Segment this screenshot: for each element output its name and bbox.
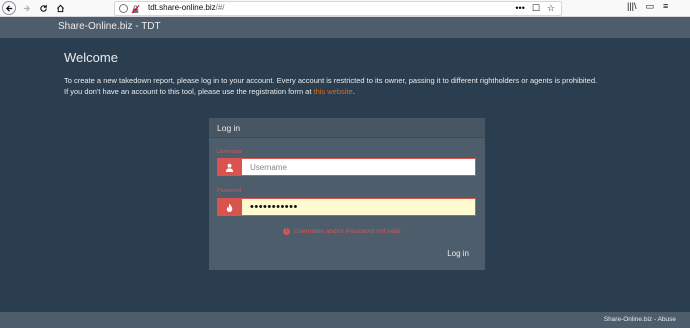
login-error-text: Username and/or Password not valid — [294, 228, 401, 235]
insecure-lock-icon[interactable] — [131, 4, 140, 14]
login-button[interactable]: Log in — [447, 249, 469, 258]
site-footer: Share-Online.biz - Abuse — [0, 312, 690, 328]
username-label: Username — [217, 149, 243, 155]
password-input[interactable] — [242, 198, 476, 216]
home-button[interactable] — [53, 1, 68, 16]
password-label: Password — [217, 188, 242, 194]
error-icon: ! — [283, 228, 290, 235]
sidebar-icon[interactable]: ▭ — [646, 1, 655, 12]
back-button[interactable] — [2, 1, 16, 15]
registration-link[interactable]: this website — [314, 87, 353, 96]
password-group — [217, 198, 476, 216]
user-icon — [225, 163, 234, 172]
intro-line-2: If you don't have an account to this too… — [64, 86, 624, 97]
username-group — [217, 158, 476, 176]
footer-text[interactable]: Share-Online.biz - Abuse — [604, 316, 676, 323]
library-icon[interactable]: |||\ — [627, 1, 637, 12]
page-title: Welcome — [64, 50, 118, 65]
home-icon — [56, 4, 65, 13]
page-actions-icon[interactable]: ••• — [515, 3, 524, 14]
pocket-icon[interactable]: ☐ — [532, 3, 540, 14]
intro-line-2-suffix: . — [352, 87, 355, 96]
bookmark-star-icon[interactable]: ☆ — [547, 3, 555, 14]
menu-icon[interactable]: ≡ — [663, 1, 668, 12]
url-text[interactable]: tdt.share-online.biz/#/ — [148, 3, 225, 12]
url-path: /#/ — [215, 3, 225, 12]
url-bar[interactable]: tdt.share-online.biz/#/ ••• ☐ ☆ — [114, 1, 562, 16]
intro-line-1: To create a new takedown report, please … — [64, 76, 598, 85]
info-icon[interactable] — [119, 4, 128, 13]
username-input[interactable] — [242, 158, 476, 176]
login-panel-heading: Log in — [209, 118, 485, 138]
login-error: ! Username and/or Password not valid — [283, 228, 401, 235]
intro-line-2-prefix: If you don't have an account to this too… — [64, 87, 314, 96]
intro-text: To create a new takedown report, please … — [64, 75, 624, 97]
login-panel: Log in Username Password ! Username and/… — [209, 118, 485, 270]
url-host: tdt.share-online.biz — [148, 3, 216, 12]
fire-icon — [226, 202, 233, 212]
password-addon — [217, 198, 242, 216]
arrow-right-icon — [23, 5, 31, 12]
arrow-left-icon — [5, 4, 12, 12]
site-brand[interactable]: Share-Online.biz - TDT — [58, 21, 161, 32]
forward-button[interactable] — [19, 1, 34, 16]
reload-button[interactable] — [36, 1, 51, 16]
browser-toolbar: tdt.share-online.biz/#/ ••• ☐ ☆ |||\ ▭ ≡ — [0, 0, 690, 17]
user-addon — [217, 158, 242, 176]
reload-icon — [40, 4, 47, 12]
site-navbar: Share-Online.biz - TDT — [0, 17, 690, 38]
